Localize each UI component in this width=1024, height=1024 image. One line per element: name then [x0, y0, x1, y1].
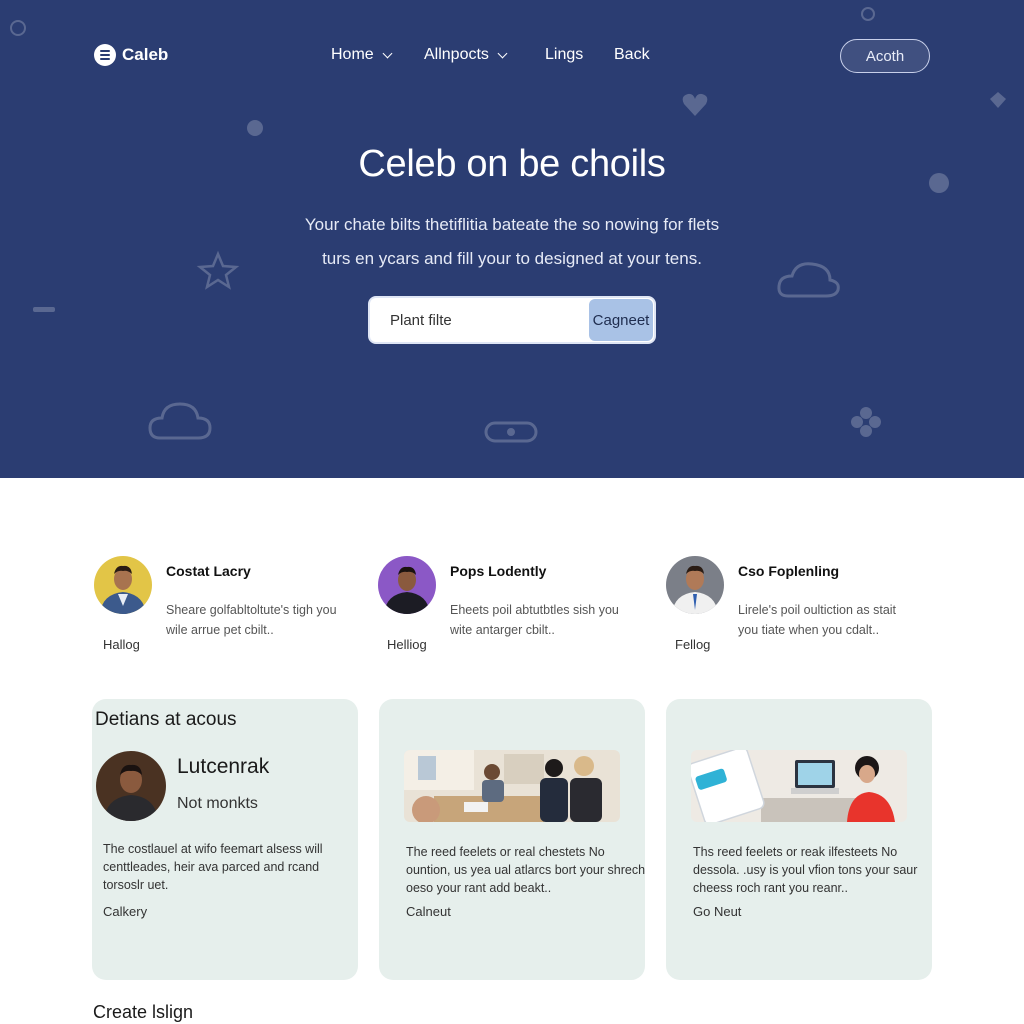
nav-item-label: Home	[331, 46, 374, 63]
top-nav: Caleb Home Allnpocts Lings Back Acoth	[0, 0, 1024, 110]
section-heading: Create lslign	[93, 1002, 194, 1022]
nav-item-label: Lings	[545, 46, 584, 63]
nav-links: Home Allnpocts Lings Back	[331, 46, 650, 64]
avatar	[378, 556, 436, 614]
search-input[interactable]	[370, 298, 589, 342]
card-person-name: Lutcenrak	[177, 755, 270, 778]
hero-section: Caleb Home Allnpocts Lings Back Acoth Ce…	[0, 0, 1024, 478]
avatar	[94, 556, 152, 614]
chevron-down-icon	[497, 48, 508, 58]
search-button[interactable]: Cagneet	[589, 299, 653, 341]
nav-item-lings[interactable]: Lings	[545, 46, 614, 64]
nav-item-label: Allnpocts	[424, 46, 489, 63]
profile-description: Lirele's poil oultiction as stait you ti…	[738, 603, 897, 637]
card-link[interactable]: Go Neut	[693, 904, 741, 919]
card-link[interactable]: Calkery	[103, 904, 147, 919]
hero-subtitle-line-2: turs en ycars and fill your to designed …	[322, 249, 702, 268]
card-description: The reed feelets or real chestets No oun…	[406, 845, 646, 895]
profile-item[interactable]: Cso Foplenling Lirele's poil oultiction …	[666, 556, 916, 656]
feature-card[interactable]: Ths reed feelets or reak ilfesteets No d…	[666, 699, 932, 980]
card-description: Ths reed feelets or reak ilfesteets No d…	[693, 845, 918, 895]
feature-card[interactable]: The reed feelets or real chestets No oun…	[379, 699, 645, 980]
profile-description: Eheets poil abtutbtles sish you wite ant…	[450, 603, 619, 637]
profile-tag: Fellog	[675, 637, 711, 652]
brand-name: Caleb	[122, 45, 169, 64]
hero-subtitle: Your chate bilts thetiflitia bateate the…	[262, 208, 762, 276]
nav-item-back[interactable]: Back	[614, 46, 650, 64]
profile-name: Costat Lacry	[166, 563, 251, 579]
decor-flower-icon	[851, 407, 881, 437]
logo-icon	[94, 44, 116, 66]
profile-item[interactable]: Costat Lacry Sheare golfabltoltute's tig…	[94, 556, 344, 656]
card-description: The costlauel at wifo feemart alsess wil…	[103, 842, 323, 892]
nav-item-home[interactable]: Home	[331, 46, 424, 64]
chevron-down-icon	[382, 48, 393, 58]
profile-item[interactable]: Pops Lodently Eheets poil abtutbtles sis…	[378, 556, 628, 656]
profile-tag: Helliog	[387, 637, 427, 652]
hero-title: Celeb on be choils	[358, 143, 666, 185]
nav-item-products[interactable]: Allnpocts	[424, 46, 545, 64]
avatar	[96, 751, 166, 821]
decor-cloud2-icon	[777, 262, 840, 298]
decor-cloud-icon	[148, 402, 212, 440]
hero-search-bar: Cagneet	[368, 296, 656, 344]
decor-pill-icon	[484, 421, 538, 443]
decor-star-icon	[196, 250, 240, 290]
decor-dot-icon	[247, 120, 263, 136]
card-person-subtitle: Not monkts	[177, 795, 258, 812]
profile-tag: Hallog	[103, 637, 140, 652]
account-button[interactable]: Acoth	[840, 39, 930, 73]
nav-item-label: Back	[614, 46, 650, 63]
card-title: Detians at acous	[95, 709, 237, 730]
phone-user-image	[691, 750, 907, 822]
decor-dash-icon	[33, 307, 55, 312]
profile-name: Pops Lodently	[450, 563, 547, 579]
hero-subtitle-line-1: Your chate bilts thetiflitia bateate the…	[304, 215, 720, 234]
profile-description: Sheare golfabltoltute's tigh you wile ar…	[166, 603, 337, 637]
profile-name: Cso Foplenling	[738, 563, 840, 579]
card-link[interactable]: Calneut	[406, 904, 451, 919]
feature-card[interactable]: Detians at acous Lutcenrak Not monkts Th…	[92, 699, 358, 980]
brand-logo[interactable]: Caleb	[94, 44, 168, 66]
office-meeting-image	[404, 750, 620, 822]
avatar	[666, 556, 724, 614]
